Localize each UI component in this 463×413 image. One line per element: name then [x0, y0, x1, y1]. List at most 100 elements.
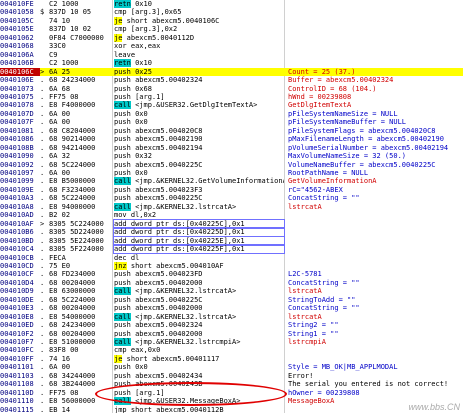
- hex-bytes-cell[interactable]: C2 1000: [49, 0, 112, 8]
- address-cell[interactable]: 00401101: [0, 363, 40, 371]
- hex-bytes-cell[interactable]: E8 63000000: [49, 287, 112, 295]
- instruction-cell[interactable]: push [arg.1]: [114, 389, 284, 397]
- disasm-row[interactable]: 004010D4. 68 00204000 push abexcm5.0040200…: [0, 279, 463, 287]
- disasm-row[interactable]: 00401062 0F84 C7000000 je abexcm5.0040112D: [0, 33, 463, 42]
- instruction-cell[interactable]: push abexcm5.00402000: [114, 304, 284, 312]
- disasm-row[interactable]: 0040106C >6A 25 push 0x25 Count = 25 (37.): [0, 67, 463, 76]
- instruction-cell[interactable]: push abexcm5.0040225C: [114, 296, 284, 304]
- hex-bytes-cell[interactable]: 74 10: [49, 17, 112, 25]
- comment-cell[interactable]: GetVolumeInformationA: [288, 177, 463, 185]
- comment-cell[interactable]: pFileSystemFlags = abexcm5.004020C8: [288, 127, 463, 135]
- disasm-row[interactable]: 004010AD. B2 02 mov dl,0x2: [0, 211, 463, 219]
- disasm-row[interactable]: 00401097. 6A 00 push 0x0 RootPathName = NUL…: [0, 169, 463, 177]
- hex-bytes-cell[interactable]: 8305 5D224000: [49, 228, 112, 236]
- address-cell[interactable]: 004010ED: [0, 321, 40, 329]
- hex-bytes-cell[interactable]: 68 00204000: [49, 279, 112, 287]
- instruction-cell[interactable]: cmp [arg.3],0x65: [114, 8, 284, 16]
- comment-cell[interactable]: pFileSystemNameSize = NULL: [288, 110, 463, 118]
- disasm-row[interactable]: 00401058 $837D 10 05 cmp [arg.3],0x65: [0, 8, 463, 16]
- disasm-row[interactable]: 00401086. 68 90214000 push abexcm5.0040219…: [0, 135, 463, 143]
- hex-bytes-cell[interactable]: 33C0: [49, 42, 112, 50]
- instruction-cell[interactable]: push 0x68: [114, 85, 284, 93]
- disasm-row[interactable]: 00401108. 68 3B244000 push abexcm5.0040243…: [0, 380, 463, 388]
- comment-cell[interactable]: ConcatString = "": [288, 194, 463, 202]
- instruction-cell[interactable]: call <jmp.&KERNEL32.lstrcmpiA>: [114, 338, 284, 346]
- hex-bytes-cell[interactable]: 0F84 C7000000: [49, 34, 112, 42]
- hex-bytes-cell[interactable]: 68 5C224000: [49, 194, 112, 202]
- comment-cell[interactable]: String2 = "": [288, 321, 463, 329]
- address-cell[interactable]: 00401058: [0, 8, 40, 16]
- instruction-cell[interactable]: push 0x0: [114, 363, 284, 371]
- address-cell[interactable]: 00401099: [0, 177, 40, 185]
- instruction-cell[interactable]: push abexcm5.00402000: [114, 279, 284, 287]
- instruction-cell[interactable]: jmp short abexcm5.0040112B: [114, 406, 284, 413]
- hex-bytes-cell[interactable]: 68 24234000: [49, 76, 112, 84]
- comment-cell[interactable]: RootPathName = NULL: [288, 169, 463, 177]
- instruction-cell[interactable]: add dword ptr ds:[0x40225E],0x1: [113, 235, 285, 246]
- disasm-row[interactable]: 00401115. EB 14 jmp short abexcm5.0040112B: [0, 406, 463, 413]
- hex-bytes-cell[interactable]: 68 FD234000: [49, 270, 112, 278]
- comment-cell[interactable]: String1 = "": [288, 330, 463, 338]
- instruction-cell[interactable]: push abexcm5.0040225C: [114, 161, 284, 169]
- comment-cell[interactable]: Count = 25 (37.): [288, 68, 463, 76]
- hex-bytes-cell[interactable]: FECA: [49, 254, 112, 262]
- disasm-row[interactable]: 004010D9. E8 63000000 call <jmp.&KERNEL32.…: [0, 287, 463, 296]
- address-cell[interactable]: 004010B6: [0, 228, 40, 236]
- address-cell[interactable]: 0040107F: [0, 118, 40, 126]
- hex-bytes-cell[interactable]: E8 94000000: [49, 203, 112, 211]
- comment-cell[interactable]: hWnd = 00239808: [288, 93, 463, 101]
- comment-cell[interactable]: VolumeNameBuffer = abexcm5.0040225C: [288, 161, 463, 169]
- address-cell[interactable]: 00401115: [0, 406, 40, 413]
- address-cell[interactable]: 0040106A: [0, 51, 40, 59]
- instruction-cell[interactable]: xor eax,eax: [114, 42, 284, 50]
- address-cell[interactable]: 0040106E: [0, 76, 40, 84]
- hex-bytes-cell[interactable]: B2 02: [49, 211, 112, 219]
- instruction-cell[interactable]: push 0x32: [114, 152, 284, 160]
- disasm-row[interactable]: 00401103. 68 34244000 push abexcm5.0040243…: [0, 372, 463, 380]
- disasm-row[interactable]: 00401101. 6A 00 push 0x0 Style = MB_OK|MB_A…: [0, 363, 463, 371]
- address-cell[interactable]: 0040105E: [0, 25, 40, 33]
- address-cell[interactable]: 004010D9: [0, 287, 40, 295]
- address-cell[interactable]: 004010AF: [0, 220, 40, 228]
- hex-bytes-cell[interactable]: 6A 32: [49, 152, 112, 160]
- disasm-row[interactable]: 00401092. 68 5C224000 push abexcm5.0040225…: [0, 161, 463, 169]
- disasm-row[interactable]: 004010CF. 68 FD234000 push abexcm5.004023F…: [0, 270, 463, 278]
- disasm-row[interactable]: 00401078. E8 F4000000 call <jmp.&USER32.Ge…: [0, 101, 463, 110]
- address-cell[interactable]: 004010AD: [0, 211, 40, 219]
- instruction-cell[interactable]: push abexcm5.00402000: [114, 330, 284, 338]
- disasm-row[interactable]: 004010CD. 75 E0 jnz short abexcm5.004010AF: [0, 261, 463, 270]
- hex-bytes-cell[interactable]: 8305 5F224000: [49, 245, 112, 253]
- hex-bytes-cell[interactable]: 6A 00: [49, 118, 112, 126]
- instruction-cell[interactable]: cmp [arg.3],0x2: [114, 25, 284, 33]
- instruction-cell[interactable]: je short abexcm5.0040106C: [114, 16, 284, 25]
- disasm-row[interactable]: 004010AF >8305 5C224000 add dword ptr ds:[…: [0, 218, 463, 229]
- instruction-cell[interactable]: dec dl: [114, 254, 284, 262]
- address-cell[interactable]: 00401090: [0, 152, 40, 160]
- instruction-cell[interactable]: push abexcm5.004023F3: [114, 186, 284, 194]
- instruction-cell[interactable]: push abexcm5.004020C8: [114, 127, 284, 135]
- hex-bytes-cell[interactable]: EB 14: [49, 406, 112, 413]
- instruction-cell[interactable]: push abexcm5.00402190: [114, 135, 284, 143]
- disasm-row[interactable]: 0040110D. FF75 08 push [arg.1] hOwner = 002…: [0, 389, 463, 397]
- instruction-cell[interactable]: call <jmp.&KERNEL32.GetVolumeInformation…: [114, 177, 284, 186]
- disasm-row[interactable]: 00401099. E8 B5000000 call <jmp.&KERNEL32.…: [0, 177, 463, 186]
- address-cell[interactable]: 004010DE: [0, 296, 40, 304]
- address-cell[interactable]: 004010FF: [0, 355, 40, 363]
- disasm-row[interactable]: 0040106E. 68 24234000 push abexcm5.0040232…: [0, 76, 463, 84]
- disasm-row[interactable]: 004010BD. 8305 5E224000 add dword ptr ds:[…: [0, 235, 463, 246]
- comment-cell[interactable]: rC="4562-ABEX: [288, 186, 463, 194]
- instruction-cell[interactable]: call <jmp.&KERNEL32.lstrcatA>: [114, 202, 284, 211]
- disasm-row[interactable]: 00401090. 6A 32 push 0x32 MaxVolumeNameSize…: [0, 152, 463, 160]
- address-cell[interactable]: 00401078: [0, 101, 40, 109]
- disasm-row[interactable]: 0040107D. 6A 00 push 0x0 pFileSystemNameSiz…: [0, 110, 463, 118]
- disasm-row[interactable]: 004010B6. 8305 5D224000 add dword ptr ds:[…: [0, 227, 463, 238]
- comment-cell[interactable]: lstrcatA: [288, 203, 463, 211]
- comment-cell[interactable]: ControlID = 68 (104.): [288, 85, 463, 93]
- instruction-cell[interactable]: push abexcm5.00402194: [114, 144, 284, 152]
- comment-cell[interactable]: GetDlgItemTextA: [288, 101, 463, 109]
- instruction-cell[interactable]: push 0x0: [114, 118, 284, 126]
- hex-bytes-cell[interactable]: 68 34244000: [49, 372, 112, 380]
- instruction-cell[interactable]: cmp eax,0x0: [114, 346, 284, 354]
- disasm-row[interactable]: 00401075. FF75 08 push [arg.1] hWnd = 00239…: [0, 93, 463, 101]
- instruction-cell[interactable]: add dword ptr ds:[0x40225F],0x1: [113, 244, 285, 255]
